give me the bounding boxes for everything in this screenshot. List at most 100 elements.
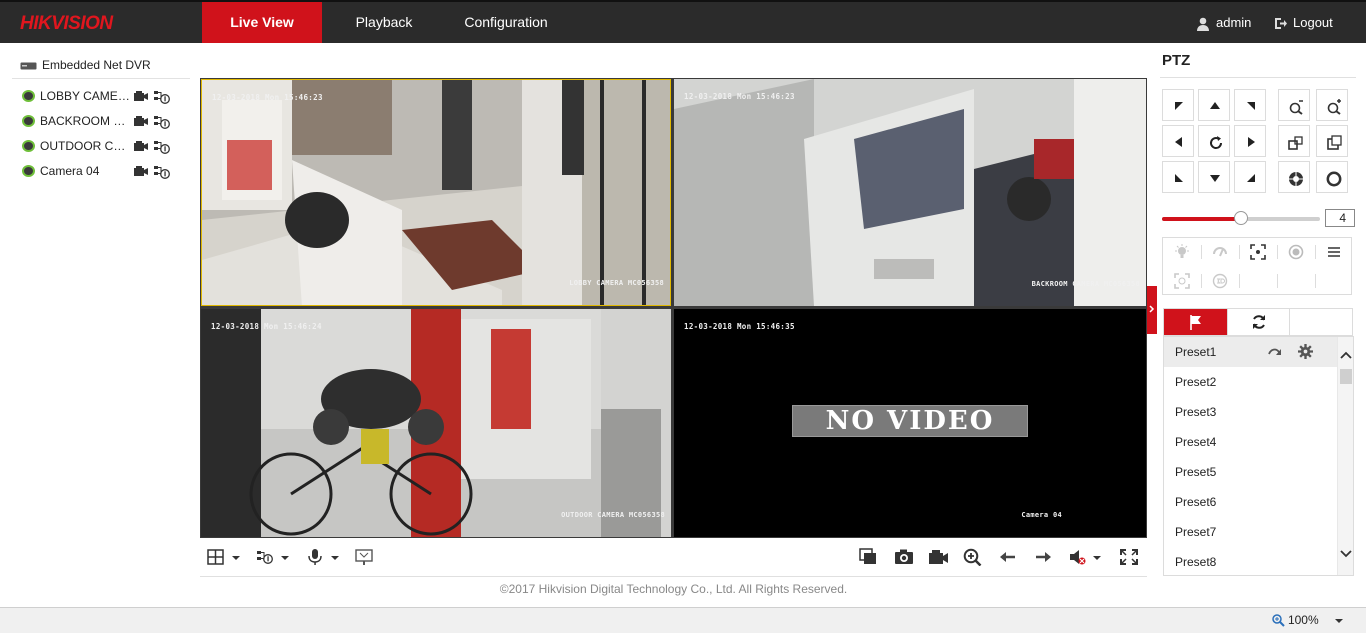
logout-button[interactable]: Logout: [1274, 2, 1333, 43]
previous-page-button[interactable]: [997, 548, 1019, 568]
auxiliary-focus-button[interactable]: [1239, 238, 1277, 266]
zoom-control[interactable]: 100%: [1271, 613, 1344, 628]
preset-item[interactable]: Preset3: [1164, 397, 1338, 427]
preset-item[interactable]: Preset2: [1164, 367, 1338, 397]
video-cell-lobby[interactable]: 12-03-2018 Mon 15:46:23 LOBBY CAMERA MC0…: [201, 79, 671, 306]
regional-focus-button[interactable]: [354, 548, 376, 568]
ptz-down-button[interactable]: [1198, 161, 1230, 193]
full-screen-button[interactable]: [1118, 548, 1140, 568]
wiper-button[interactable]: [1201, 238, 1239, 266]
tree-divider: [12, 78, 190, 79]
ptz-up-left-button[interactable]: [1162, 89, 1194, 121]
record-icon[interactable]: [134, 141, 148, 152]
tab-configuration[interactable]: Configuration: [450, 2, 562, 43]
manual-tracking-button[interactable]: [1163, 267, 1201, 295]
ptz-down-right-button[interactable]: [1234, 161, 1266, 193]
tab-pattern[interactable]: [1290, 309, 1353, 335]
call-preset-icon[interactable]: [1268, 345, 1282, 359]
zoom-in-button[interactable]: [1316, 89, 1348, 121]
light-button[interactable]: [1163, 238, 1201, 266]
ptz-left-button[interactable]: [1162, 125, 1194, 157]
zoom-out-button[interactable]: [1278, 89, 1310, 121]
ptz-speed-slider[interactable]: [1162, 211, 1320, 225]
gear-icon[interactable]: [1298, 344, 1313, 359]
user-menu[interactable]: admin: [1196, 2, 1251, 43]
chevron-down-icon: [1335, 618, 1343, 623]
chevron-right-icon: [1149, 305, 1155, 313]
video-grid: 12-03-2018 Mon 15:46:23 LOBBY CAMERA MC0…: [200, 78, 1147, 538]
more-menu-button[interactable]: [1315, 238, 1353, 266]
camera-item-camera-04[interactable]: Camera 04: [22, 162, 192, 180]
preset-item[interactable]: Preset5: [1164, 457, 1338, 487]
video-cell-backroom[interactable]: 12-03-2018 Mon 15:46:23 BACKROOM CAMERA …: [674, 79, 1146, 306]
chevron-up-icon[interactable]: [1340, 351, 1352, 359]
scrollbar-thumb[interactable]: [1340, 369, 1352, 384]
video-toolbar: [200, 540, 1147, 577]
camera-item-outdoor[interactable]: OUTDOOR CAMERA MC056358: [22, 137, 192, 155]
stream-icon[interactable]: [154, 114, 170, 130]
camera-status-icon: [22, 140, 35, 152]
capture-button[interactable]: [893, 548, 915, 568]
focus-far-button[interactable]: [1316, 125, 1348, 157]
preset-list-scrollbar[interactable]: [1337, 337, 1353, 575]
3d-zoom-button[interactable]: [1201, 267, 1239, 295]
next-page-button[interactable]: [1032, 548, 1054, 568]
camera-label: LOBBY CAMERA MC056358: [40, 89, 132, 103]
tab-playback[interactable]: Playback: [342, 2, 426, 43]
ptz-down-left-button[interactable]: [1162, 161, 1194, 193]
focus-near-button[interactable]: [1278, 125, 1310, 157]
preset-label: Preset5: [1175, 465, 1217, 479]
backroom-camera-feed: [674, 79, 1146, 306]
outdoor-camera-feed: [201, 309, 671, 537]
stream-icon[interactable]: [154, 164, 170, 180]
tab-live-view[interactable]: Live View: [202, 2, 322, 43]
preset-item[interactable]: Preset7: [1164, 517, 1338, 547]
arrow-up-icon: [1210, 102, 1220, 109]
browser-status-bar: 100%: [0, 607, 1366, 633]
device-tree-root[interactable]: Embedded Net DVR: [20, 57, 151, 73]
lens-initialization-button[interactable]: [1277, 238, 1315, 266]
record-icon[interactable]: [134, 91, 148, 102]
preset-item[interactable]: Preset4: [1164, 427, 1338, 457]
top-nav-bar: HIKVISION Live View Playback Configurati…: [0, 0, 1366, 43]
iris-open-button[interactable]: [1278, 161, 1310, 193]
volume-button[interactable]: [1068, 548, 1104, 568]
arrow-right-icon: [1248, 137, 1255, 147]
preset-label: Preset7: [1175, 525, 1217, 539]
preset-item[interactable]: Preset1: [1164, 337, 1338, 367]
camera-item-lobby[interactable]: LOBBY CAMERA MC056358: [22, 87, 192, 105]
aux-divider: [1239, 274, 1240, 288]
chevron-down-icon[interactable]: [1340, 550, 1352, 558]
ptz-right-button[interactable]: [1234, 125, 1266, 157]
preset-item[interactable]: Preset8: [1164, 547, 1338, 575]
zoom-in-icon: [1327, 99, 1341, 115]
camera-item-backroom[interactable]: BACKROOM CAMERA MC056358: [22, 112, 192, 130]
tab-presets[interactable]: [1164, 309, 1227, 335]
ptz-auto-scan-button[interactable]: [1198, 125, 1230, 157]
iris-close-button[interactable]: [1316, 161, 1348, 193]
stop-all-icon: [859, 548, 876, 564]
record-icon[interactable]: [134, 116, 148, 127]
full-screen-icon: [1120, 549, 1138, 565]
iris-close-icon: [1326, 171, 1342, 187]
microphone-button[interactable]: [306, 548, 342, 568]
stop-all-live-view-button[interactable]: [858, 548, 880, 568]
preset-item[interactable]: Preset6: [1164, 487, 1338, 517]
record-icon[interactable]: [134, 166, 148, 177]
window-layout-button[interactable]: [207, 548, 243, 568]
video-cell-outdoor[interactable]: 12-03-2018 Mon 15:46:24 OUTDOOR CAMERA M…: [201, 309, 671, 537]
ptz-divider: [1160, 77, 1356, 78]
stream-type-button[interactable]: [256, 548, 292, 568]
collapse-ptz-panel-button[interactable]: [1147, 286, 1157, 334]
record-button[interactable]: [927, 548, 949, 568]
ptz-up-button[interactable]: [1198, 89, 1230, 121]
slider-handle[interactable]: [1234, 211, 1248, 225]
digital-zoom-button[interactable]: [962, 548, 984, 568]
3d-zoom-icon: [1212, 273, 1228, 289]
video-cell-camera-04[interactable]: 12-03-2018 Mon 15:46:35 NO VIDEO Camera …: [674, 309, 1146, 537]
ptz-up-right-button[interactable]: [1234, 89, 1266, 121]
stream-icon[interactable]: [154, 89, 170, 105]
stream-icon[interactable]: [154, 139, 170, 155]
arrow-left-icon: [1175, 137, 1182, 147]
tab-patrol[interactable]: [1227, 309, 1290, 335]
